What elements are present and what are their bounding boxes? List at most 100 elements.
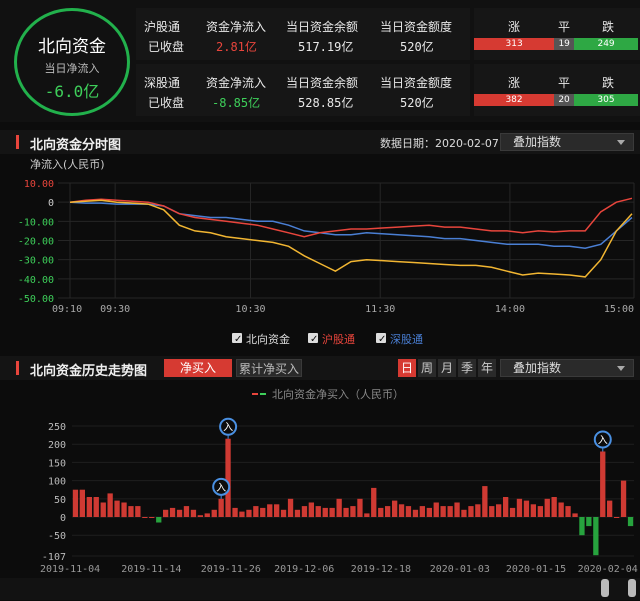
overlay-index-label: 叠加指数 <box>513 361 562 375</box>
y-tick-label: -10.00 <box>18 217 54 228</box>
history-header: 北向资金历史走势图 净买入 累计净买入 日 周 月 季 年 叠加指数 <box>0 356 640 380</box>
bar <box>163 509 169 518</box>
x-tick-label: 10:30 <box>235 304 265 315</box>
y-tick-label: 250 <box>48 422 66 433</box>
series-line-sh <box>69 197 633 238</box>
period-year[interactable]: 年 <box>478 359 496 377</box>
bar <box>461 509 467 518</box>
bar <box>190 509 197 518</box>
bar <box>565 506 571 517</box>
bar <box>336 498 342 517</box>
flat-label: 平 <box>558 20 571 34</box>
bar <box>357 498 363 517</box>
bar <box>183 506 190 517</box>
history-legend-label: 北向资金净买入（人民币） <box>272 387 404 401</box>
summary-panel: 北向资金 当日净流入 -6.0亿 沪股通 已收盘 资金净流入 2.81亿 当日资… <box>0 0 640 122</box>
x-tick-label: 2019-11-26 <box>201 564 261 575</box>
bar <box>274 504 280 517</box>
y-tick-label: 150 <box>48 458 66 469</box>
bar <box>405 506 412 517</box>
northbound-value: -6.0亿 <box>44 82 100 101</box>
overlay-index-dropdown[interactable]: 叠加指数 <box>500 133 634 151</box>
check-icon: ✓ <box>234 334 242 345</box>
intraday-y-label: 净流入(人民币) <box>30 157 105 171</box>
bar <box>558 502 564 518</box>
section-marker <box>16 361 19 375</box>
x-tick-label: 2020-01-03 <box>430 564 490 575</box>
tab-net-buy[interactable]: 净买入 <box>164 359 232 377</box>
bar <box>364 513 370 517</box>
bar <box>315 506 321 517</box>
breadth-down-count: 249 <box>574 38 638 50</box>
breadth-sh: 涨 平 跌 313 19 249 <box>474 8 640 60</box>
x-tick-label: 2019-12-18 <box>351 564 411 575</box>
bar <box>614 517 620 518</box>
quota-value: 520亿 <box>400 40 434 54</box>
northbound-title: 北向资金 <box>38 37 106 57</box>
chevron-down-icon <box>617 140 625 145</box>
overlay-index-dropdown-history[interactable]: 叠加指数 <box>500 359 634 377</box>
history-chart: 北向资金净买入（人民币）250200150100500-50-107入入入201… <box>0 387 640 600</box>
period-month[interactable]: 月 <box>438 359 456 377</box>
intraday-title: 北向资金分时图 <box>30 138 122 153</box>
period-day[interactable]: 日 <box>398 359 416 377</box>
market-status: 已收盘 <box>148 40 185 54</box>
period-week[interactable]: 周 <box>418 359 436 377</box>
market-row-sh: 沪股通 已收盘 资金净流入 2.81亿 当日资金余额 517.19亿 当日资金额… <box>136 8 470 60</box>
marker-label: 入 <box>223 423 233 434</box>
bar <box>232 507 238 517</box>
bar <box>343 507 349 517</box>
quota-header: 当日资金额度 <box>380 76 453 90</box>
bar <box>156 517 162 523</box>
bar <box>392 500 398 517</box>
bar <box>350 506 356 517</box>
y-tick-label: -30.00 <box>18 256 54 267</box>
up-label: 涨 <box>508 20 521 34</box>
bar <box>211 509 217 518</box>
bar <box>482 486 488 518</box>
bar <box>197 515 203 517</box>
history-chart-wrap: 北向资金净买入（人民币） 250 200 150 100 50 0 -50 -107 入入入 201… <box>0 382 640 601</box>
bar <box>544 498 550 517</box>
bar <box>412 509 419 518</box>
bar <box>225 438 231 517</box>
y-tick-label: 10.00 <box>24 179 54 190</box>
bar <box>489 506 495 517</box>
bar <box>475 504 481 517</box>
bar <box>253 506 259 517</box>
bar <box>135 506 141 517</box>
bar <box>607 500 613 517</box>
bar <box>322 507 328 517</box>
down-label: 跌 <box>602 20 615 34</box>
y-tick-label: -107 <box>42 552 66 563</box>
bar <box>572 513 578 517</box>
tab-cumulative-net-buy[interactable]: 累计净买入 <box>236 359 302 377</box>
bar <box>204 513 210 517</box>
bar <box>301 506 308 517</box>
series-line-north <box>69 199 633 278</box>
x-tick-label: 11:30 <box>365 304 395 315</box>
check-icon: ✓ <box>310 334 318 345</box>
breadth-flat-count: 20 <box>554 94 575 106</box>
breadth-sz: 涨 平 跌 382 20 305 <box>474 64 640 116</box>
data-date: 数据日期：2020-02-07 <box>380 137 499 150</box>
y-tick-label: -40.00 <box>18 275 54 286</box>
breadth-up-count: 313 <box>474 38 555 50</box>
breadth-down-count: 305 <box>574 94 638 106</box>
bar <box>86 497 92 517</box>
bar <box>620 480 627 517</box>
marker-label: 入 <box>598 435 608 446</box>
bar <box>121 502 127 518</box>
market-name: 沪股通 <box>144 20 181 34</box>
bar <box>454 502 460 518</box>
legend-label-north: 北向资金 <box>246 332 290 346</box>
range-handle-left <box>601 579 609 597</box>
bar <box>260 507 266 517</box>
bar <box>72 489 79 517</box>
bar <box>523 500 530 517</box>
period-quarter[interactable]: 季 <box>458 359 476 377</box>
y-tick-label: -20.00 <box>18 237 54 248</box>
x-tick-label: 2019-12-06 <box>274 564 334 575</box>
inflow-header: 资金净流入 <box>206 76 267 90</box>
intraday-chart-wrap: 净流入(人民币) 10.00 0 -10.00 -20.00 -30.00 -40.00 -5… <box>0 156 640 355</box>
